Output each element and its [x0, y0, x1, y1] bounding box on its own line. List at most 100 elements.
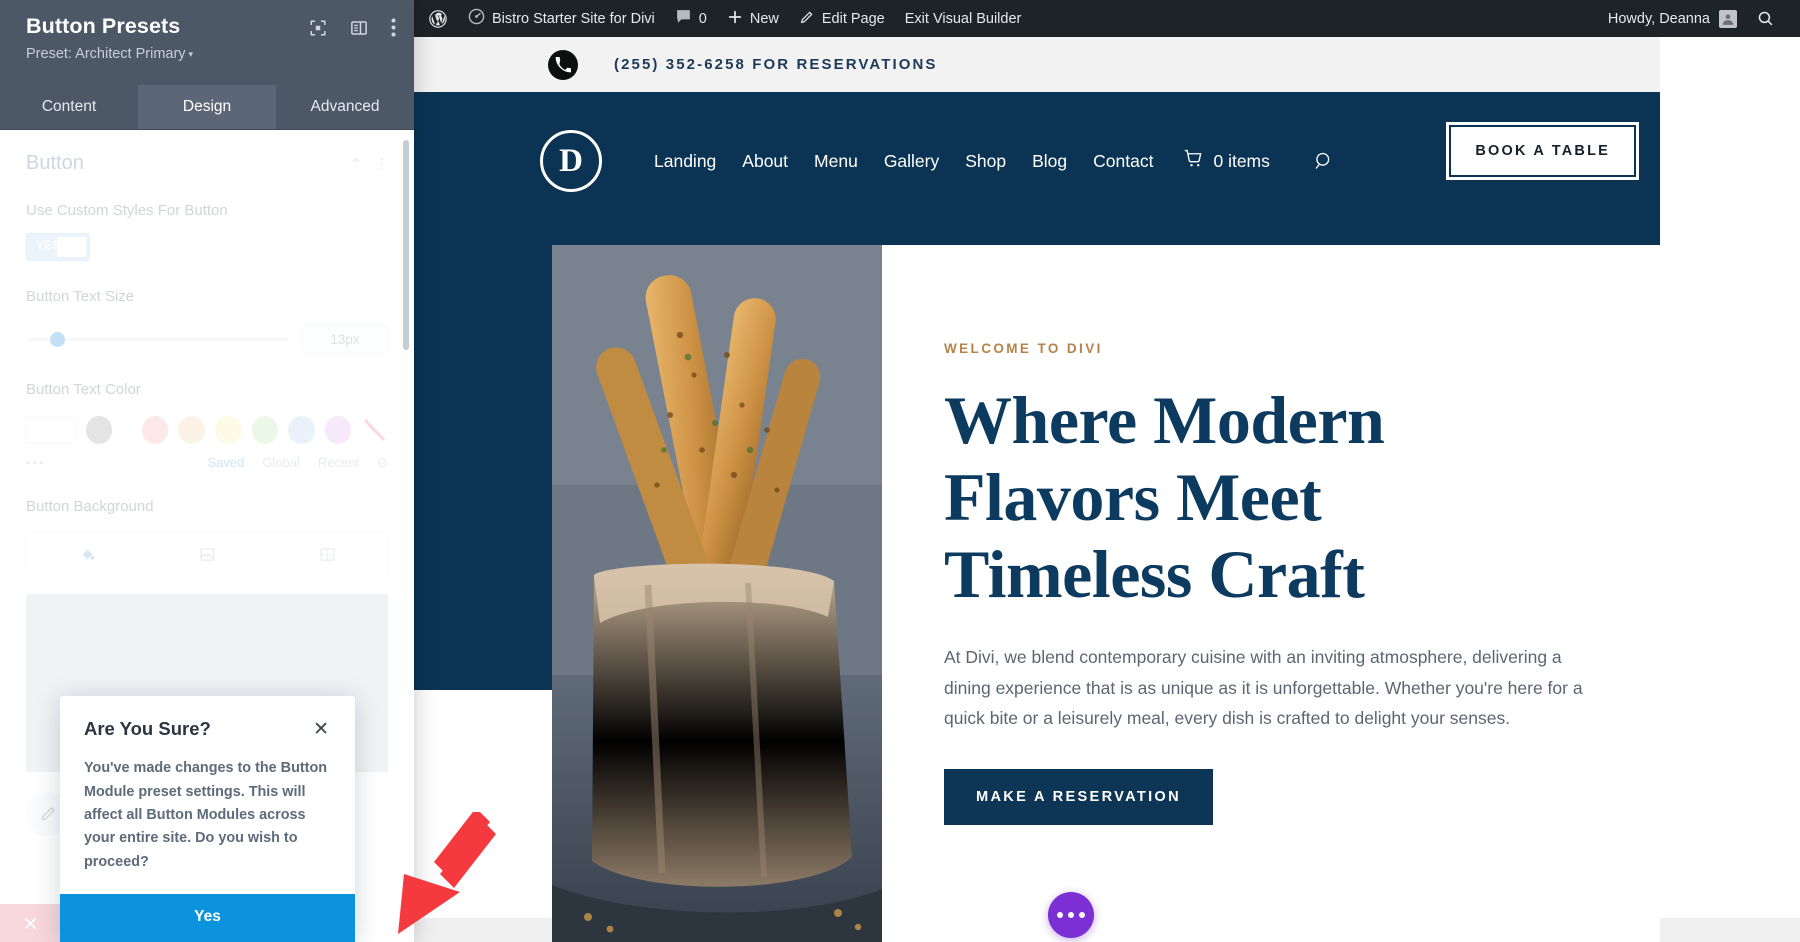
- swatch-yellow[interactable]: [214, 415, 242, 444]
- phone-block: (255) 352-6258 FOR RESERVATIONS: [414, 49, 938, 80]
- hero-card: WELCOME TO DIVI Where Modern Flavors Mee…: [552, 245, 1660, 942]
- chevron-down-icon: ▾: [188, 49, 194, 59]
- color-tab-recent[interactable]: Recent: [318, 455, 359, 471]
- site-navbar: D Landing About Menu Gallery Shop Blog C…: [414, 92, 1660, 230]
- confirm-dialog-body: Are You Sure? ✕ You've made changes to t…: [60, 696, 355, 894]
- wordpress-logo-icon[interactable]: [414, 0, 458, 37]
- exit-visual-builder-label: Exit Visual Builder: [904, 10, 1022, 27]
- confirm-yes-button[interactable]: Yes: [60, 894, 355, 942]
- divi-logo[interactable]: D: [540, 130, 602, 192]
- annotation-arrow-icon: [390, 808, 500, 942]
- more-options-icon[interactable]: [1048, 892, 1094, 938]
- make-a-reservation-button[interactable]: MAKE A RESERVATION: [944, 768, 1213, 825]
- primary-nav: Landing About Menu Gallery Shop Blog Con…: [654, 149, 1334, 173]
- site-topbar: (255) 352-6258 FOR RESERVATIONS: [414, 37, 1660, 92]
- preset-label: Preset: Architect Primary: [26, 46, 186, 62]
- tab-advanced[interactable]: Advanced: [276, 85, 414, 129]
- panel-tabs: Content Design Advanced: [0, 85, 414, 130]
- howdy-label[interactable]: Howdy, Deanna: [1608, 11, 1710, 27]
- nav-link-menu[interactable]: Menu: [814, 151, 858, 172]
- background-gradient-icon[interactable]: [147, 533, 267, 577]
- swatch-blue[interactable]: [288, 415, 315, 444]
- phone-icon: [548, 49, 578, 80]
- wp-admin-bar-right: Howdy, Deanna: [1608, 9, 1800, 28]
- panel-more-icon[interactable]: [391, 18, 396, 37]
- wp-admin-bar: Bistro Starter Site for Divi 0 New Edit …: [414, 0, 1800, 37]
- edit-page-menu[interactable]: Edit Page: [789, 0, 895, 37]
- nav-link-about[interactable]: About: [742, 151, 788, 172]
- hero-food-image: [552, 245, 882, 942]
- swatch-orange[interactable]: [178, 415, 205, 444]
- focus-target-icon[interactable]: [309, 19, 327, 37]
- nav-link-blog[interactable]: Blog: [1032, 151, 1067, 172]
- cart-link[interactable]: 0 items: [1183, 149, 1270, 173]
- button-text-color-label: Button Text Color: [26, 381, 141, 399]
- comment-bubble-icon: [675, 8, 692, 29]
- panel-header: Button Presets Preset: Architect Primary…: [0, 0, 414, 85]
- confirm-dialog-title: Are You Sure?: [84, 718, 211, 740]
- hero-paragraph: At Divi, we blend contemporary cuisine w…: [944, 647, 1583, 728]
- new-content-menu[interactable]: New: [717, 0, 789, 37]
- color-preview-box[interactable]: [26, 415, 76, 444]
- swatch-purple[interactable]: [324, 415, 352, 444]
- button-text-size-control: 13px: [26, 324, 388, 355]
- tab-design[interactable]: Design: [138, 85, 276, 129]
- section-header-actions: ⌃ ⋮: [350, 152, 388, 172]
- edit-page-label: Edit Page: [821, 10, 885, 27]
- color-picker-icon[interactable]: ⊙: [377, 455, 388, 471]
- exit-visual-builder-menu[interactable]: Exit Visual Builder: [895, 0, 1032, 37]
- panel-layout-icon[interactable]: [350, 19, 368, 37]
- text-color-swatches: [26, 415, 389, 444]
- swatch-gray[interactable]: [85, 415, 113, 444]
- nav-link-landing[interactable]: Landing: [654, 151, 716, 172]
- phone-number-text: (255) 352-6258 FOR RESERVATIONS: [614, 56, 938, 73]
- wp-search-icon[interactable]: [1737, 10, 1788, 27]
- chevron-up-icon[interactable]: ⌃: [350, 156, 361, 172]
- site-name-label: Bistro Starter Site for Divi: [492, 10, 655, 27]
- section-more-icon[interactable]: ⋮: [375, 156, 388, 172]
- wp-admin-bar-left: Bistro Starter Site for Divi 0 New Edit …: [414, 0, 1031, 37]
- screen-root: (255) 352-6258 FOR RESERVATIONS D Landin…: [0, 0, 1800, 942]
- panel-header-actions: [309, 18, 396, 37]
- pencil-icon: [799, 9, 815, 29]
- background-pattern-icon[interactable]: [267, 533, 387, 577]
- cart-count-label: 0 items: [1213, 150, 1270, 171]
- text-size-value-input[interactable]: 13px: [302, 324, 388, 355]
- site-name-menu[interactable]: Bistro Starter Site for Divi: [458, 0, 665, 37]
- hero-heading-line-2: Flavors Meet: [944, 458, 1322, 535]
- color-tab-global[interactable]: Global: [262, 455, 300, 471]
- hero-heading-line-3: Timeless Craft: [944, 535, 1365, 612]
- button-text-size-label: Button Text Size: [26, 288, 135, 306]
- comments-menu[interactable]: 0: [665, 0, 717, 37]
- hero-heading: Where Modern Flavors Meet Timeless Craft: [944, 382, 1660, 612]
- background-color-icon[interactable]: [27, 533, 147, 577]
- use-custom-styles-label: Use Custom Styles For Button: [26, 202, 228, 219]
- color-tab-saved[interactable]: Saved: [207, 455, 244, 471]
- hero-eyebrow: WELCOME TO DIVI: [944, 341, 1103, 356]
- avatar[interactable]: [1719, 9, 1737, 28]
- site-search-icon[interactable]: [1314, 151, 1334, 171]
- delete-strip[interactable]: [0, 904, 60, 942]
- book-a-table-button[interactable]: BOOK A TABLE: [1446, 122, 1639, 180]
- preset-selector[interactable]: Preset: Architect Primary ▾: [26, 46, 392, 62]
- swatch-red[interactable]: [141, 415, 169, 444]
- swatch-none-icon[interactable]: [361, 415, 389, 444]
- swatch-green[interactable]: [251, 415, 279, 444]
- close-icon[interactable]: ✕: [311, 718, 331, 741]
- tab-content[interactable]: Content: [0, 85, 138, 129]
- toggle-knob: [57, 237, 86, 258]
- text-size-slider[interactable]: [26, 331, 288, 347]
- nav-link-contact[interactable]: Contact: [1093, 151, 1153, 172]
- site-dashboard-icon: [468, 8, 485, 29]
- button-section-header[interactable]: Button ⌃ ⋮: [26, 152, 388, 175]
- new-label: New: [749, 10, 779, 27]
- nav-link-gallery[interactable]: Gallery: [884, 151, 939, 172]
- nav-link-shop[interactable]: Shop: [965, 151, 1006, 172]
- use-custom-styles-toggle[interactable]: YES: [26, 233, 90, 262]
- cart-icon: [1183, 149, 1204, 173]
- confirm-dialog-message: You've made changes to the Button Module…: [84, 760, 328, 870]
- swatch-overflow-icon[interactable]: •••: [26, 455, 46, 470]
- slider-handle[interactable]: [50, 331, 65, 347]
- color-source-tabs: ••• Saved Global Recent ⊙: [26, 455, 388, 471]
- panel-scrollbar[interactable]: [403, 140, 409, 350]
